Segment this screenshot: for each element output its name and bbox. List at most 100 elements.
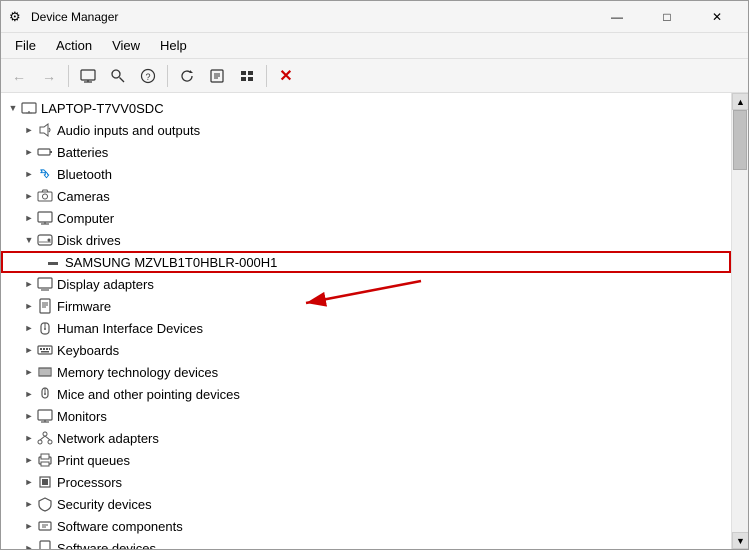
bluetooth-icon: ⮷	[37, 166, 53, 182]
samsung-label: SAMSUNG MZVLB1T0HBLR-000H1	[65, 255, 277, 270]
network-expand[interactable]: ►	[21, 430, 37, 446]
print-expand[interactable]: ►	[21, 452, 37, 468]
bluetooth-expand[interactable]: ►	[21, 166, 37, 182]
monitors-label: Monitors	[57, 409, 107, 424]
back-button[interactable]: ←	[5, 62, 33, 90]
scroll-down-button[interactable]: ▼	[732, 532, 748, 549]
close-button[interactable]: ✕	[694, 3, 740, 31]
cameras-label: Cameras	[57, 189, 110, 204]
network-label: Network adapters	[57, 431, 159, 446]
menu-view[interactable]: View	[102, 35, 150, 57]
display-expand[interactable]: ►	[21, 276, 37, 292]
tree-memory[interactable]: ► Memory technology devices	[1, 361, 731, 383]
menu-bar: File Action View Help	[1, 33, 748, 59]
hid-label: Human Interface Devices	[57, 321, 203, 336]
tree-firmware[interactable]: ► Firmware	[1, 295, 731, 317]
tree-panel[interactable]: ▼ LAPTOP-T7VV0SDC ► Audio inputs and out…	[1, 93, 731, 549]
computer-button[interactable]	[74, 62, 102, 90]
properties-button[interactable]	[203, 62, 231, 90]
batteries-icon	[37, 144, 53, 160]
firmware-expand[interactable]: ►	[21, 298, 37, 314]
samsung-icon: ▬	[45, 254, 61, 270]
window-controls: — □ ✕	[594, 3, 740, 31]
sw-dev-expand[interactable]: ►	[21, 540, 37, 549]
tree-root[interactable]: ▼ LAPTOP-T7VV0SDC	[1, 97, 731, 119]
svg-text:?: ?	[145, 72, 150, 82]
tree-display-adapters[interactable]: ► Display adapters	[1, 273, 731, 295]
view-button[interactable]	[233, 62, 261, 90]
window-title: Device Manager	[31, 10, 594, 24]
tree-print[interactable]: ► Print queues	[1, 449, 731, 471]
memory-expand[interactable]: ►	[21, 364, 37, 380]
security-expand[interactable]: ►	[21, 496, 37, 512]
sw-comp-label: Software components	[57, 519, 183, 534]
processors-icon	[37, 474, 53, 490]
refresh-button[interactable]	[173, 62, 201, 90]
display-icon	[37, 276, 53, 292]
toolbar-separator-3	[266, 65, 267, 87]
audio-label: Audio inputs and outputs	[57, 123, 200, 138]
root-expand[interactable]: ▼	[5, 100, 21, 116]
computer-expand[interactable]: ►	[21, 210, 37, 226]
keyboards-expand[interactable]: ►	[21, 342, 37, 358]
toolbar: ← → ? ✕	[1, 59, 748, 93]
tree-software-components[interactable]: ► Software components	[1, 515, 731, 537]
sw-comp-expand[interactable]: ►	[21, 518, 37, 534]
processors-label: Processors	[57, 475, 122, 490]
scrollbar[interactable]: ▲ ▼	[731, 93, 748, 549]
tree-audio[interactable]: ► Audio inputs and outputs	[1, 119, 731, 141]
computer-label: Computer	[57, 211, 114, 226]
tree-hid[interactable]: ► Human Interface Devices	[1, 317, 731, 339]
cameras-icon	[37, 188, 53, 204]
minimize-button[interactable]: —	[594, 3, 640, 31]
title-bar: ⚙ Device Manager — □ ✕	[1, 1, 748, 33]
disk-drives-label: Disk drives	[57, 233, 121, 248]
hid-expand[interactable]: ►	[21, 320, 37, 336]
audio-icon	[37, 122, 53, 138]
tree-cameras[interactable]: ► Cameras	[1, 185, 731, 207]
batteries-expand[interactable]: ►	[21, 144, 37, 160]
sw-comp-icon	[37, 518, 53, 534]
scroll-up-button[interactable]: ▲	[732, 93, 748, 110]
tree-computer[interactable]: ► Computer	[1, 207, 731, 229]
menu-help[interactable]: Help	[150, 35, 197, 57]
batteries-label: Batteries	[57, 145, 108, 160]
root-icon	[21, 100, 37, 116]
tree-disk-drives[interactable]: ▼ Disk drives	[1, 229, 731, 251]
tree-bluetooth[interactable]: ► ⮷ Bluetooth	[1, 163, 731, 185]
search-button[interactable]	[104, 62, 132, 90]
scrollbar-thumb[interactable]	[733, 110, 747, 170]
processors-expand[interactable]: ►	[21, 474, 37, 490]
monitors-icon	[37, 408, 53, 424]
keyboards-label: Keyboards	[57, 343, 119, 358]
firmware-label: Firmware	[57, 299, 111, 314]
device-manager-window: ⚙ Device Manager — □ ✕ File Action View …	[0, 0, 749, 550]
tree-security[interactable]: ► Security devices	[1, 493, 731, 515]
bluetooth-label: Bluetooth	[57, 167, 112, 182]
tree-keyboards[interactable]: ► Keyboards	[1, 339, 731, 361]
disk-drives-expand[interactable]: ▼	[21, 232, 37, 248]
tree-processors[interactable]: ► Processors	[1, 471, 731, 493]
tree-batteries[interactable]: ► Batteries	[1, 141, 731, 163]
tree-software-devices[interactable]: ► Software devices	[1, 537, 731, 549]
forward-button[interactable]: →	[35, 62, 63, 90]
maximize-button[interactable]: □	[644, 3, 690, 31]
menu-action[interactable]: Action	[46, 35, 102, 57]
menu-file[interactable]: File	[5, 35, 46, 57]
print-label: Print queues	[57, 453, 130, 468]
keyboards-icon	[37, 342, 53, 358]
remove-button[interactable]: ✕	[272, 62, 300, 90]
display-label: Display adapters	[57, 277, 154, 292]
hid-icon	[37, 320, 53, 336]
monitors-expand[interactable]: ►	[21, 408, 37, 424]
tree-mice[interactable]: ► Mice and other pointing devices	[1, 383, 731, 405]
tree-samsung-drive[interactable]: ▬ SAMSUNG MZVLB1T0HBLR-000H1	[1, 251, 731, 273]
tree-network[interactable]: ► Network adapters	[1, 427, 731, 449]
cameras-expand[interactable]: ►	[21, 188, 37, 204]
audio-expand[interactable]: ►	[21, 122, 37, 138]
tree-monitors[interactable]: ► Monitors	[1, 405, 731, 427]
mice-expand[interactable]: ►	[21, 386, 37, 402]
scrollbar-track[interactable]	[732, 110, 748, 532]
app-icon: ⚙	[9, 9, 25, 25]
help-button[interactable]: ?	[134, 62, 162, 90]
